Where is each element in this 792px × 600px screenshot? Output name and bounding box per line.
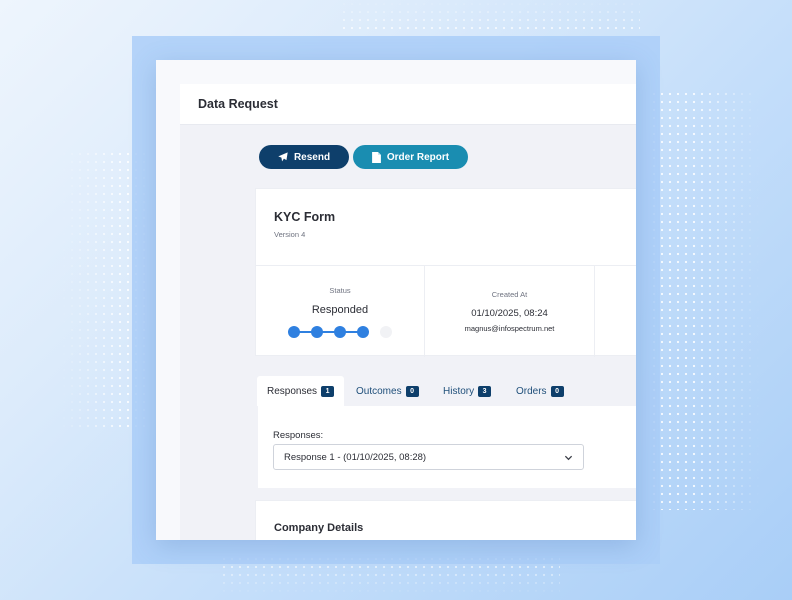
- order-report-button[interactable]: Order Report: [353, 145, 468, 169]
- created-at-label: Created At: [491, 290, 528, 299]
- tab-orders[interactable]: Orders 0: [506, 376, 574, 406]
- main-content: Resend Order Report KYC Form Version 4 S…: [180, 125, 636, 540]
- form-title: KYC Form: [274, 210, 336, 224]
- page-title: Data Request: [198, 97, 278, 111]
- status-value: Responded: [311, 304, 369, 316]
- form-version: Version 4: [274, 230, 306, 239]
- column-divider: [594, 266, 595, 357]
- company-details-card: Company Details: [255, 500, 636, 540]
- step-dot-complete: [357, 326, 369, 338]
- status-label: Status: [329, 286, 351, 295]
- resend-label: Resend: [293, 151, 331, 163]
- chevron-down-icon: [564, 453, 573, 465]
- response-select[interactable]: Response 1 - (01/10/2025, 08:28): [273, 444, 584, 470]
- responses-panel: Responses: Response 1 - (01/10/2025, 08:…: [258, 406, 636, 488]
- status-stepper: [288, 325, 398, 339]
- tab-history[interactable]: History 3: [433, 376, 501, 406]
- created-at-value: 01/10/2025, 08:24: [471, 308, 548, 319]
- step-dot-complete: [311, 326, 323, 338]
- created-by-email: magnus@infospectrum.net: [464, 324, 555, 333]
- count-badge: 1: [321, 385, 335, 397]
- count-badge: 0: [550, 385, 564, 397]
- resend-button[interactable]: Resend: [259, 145, 349, 169]
- background-dots: [650, 90, 760, 510]
- divider: [256, 265, 636, 266]
- response-select-value: Response 1 - (01/10/2025, 08:28): [284, 451, 427, 463]
- tab-responses[interactable]: Responses 1: [257, 376, 345, 406]
- page-header: Data Request: [180, 84, 636, 125]
- step-dot-complete: [334, 326, 346, 338]
- section-title: Company Details: [274, 522, 364, 534]
- background-dots: [340, 0, 640, 34]
- step-dot-pending: [380, 326, 392, 338]
- tab-outcomes[interactable]: Outcomes 0: [346, 376, 429, 406]
- count-badge: 3: [478, 385, 492, 397]
- responses-label: Responses:: [273, 430, 324, 441]
- order-report-label: Order Report: [386, 151, 450, 163]
- paper-plane-icon: [278, 152, 288, 162]
- tab-label: Responses: [267, 385, 318, 397]
- stepper-line: [294, 331, 363, 333]
- step-dot-complete: [288, 326, 300, 338]
- tab-label: Orders: [516, 385, 547, 397]
- window-top-strip: [156, 60, 636, 84]
- document-icon: [371, 151, 381, 163]
- window-left-gutter: [156, 84, 180, 540]
- app-window: Data Request Resend Order Report KYC For…: [156, 60, 636, 540]
- count-badge: 0: [405, 385, 419, 397]
- tab-label: History: [443, 385, 475, 397]
- form-card: KYC Form Version 4 Status Responded Crea…: [255, 188, 636, 357]
- tab-label: Outcomes: [356, 385, 402, 397]
